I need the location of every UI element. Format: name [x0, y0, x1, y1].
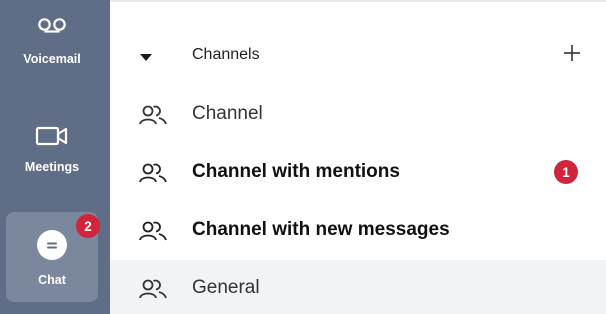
chat-bubble-icon: [37, 230, 67, 260]
sidebar-item-label: Voicemail: [23, 52, 81, 66]
panel-divider: [110, 0, 606, 2]
channel-name: Channel with new messages: [192, 219, 450, 240]
unread-count-badge: 2: [76, 214, 100, 238]
group-icon: [138, 162, 168, 184]
channel-name: Channel: [192, 103, 263, 124]
group-icon: [138, 220, 168, 242]
channel-row[interactable]: Channel: [110, 86, 606, 142]
channel-list-panel: Channels Channel Channel with mentions 1…: [110, 0, 606, 314]
channel-row[interactable]: Channel with mentions 1: [110, 144, 606, 200]
sidebar-item-label: Meetings: [24, 160, 80, 174]
channel-row[interactable]: Channel with new messages: [110, 202, 606, 258]
mention-count-badge: 1: [554, 160, 578, 184]
channel-name: General: [192, 277, 260, 298]
add-channel-icon[interactable]: [562, 43, 582, 63]
sidebar-item-label: Chat: [38, 273, 66, 287]
channels-section-title: Channels: [192, 46, 260, 63]
video-camera-icon: [35, 122, 69, 150]
group-icon: [138, 278, 168, 300]
channel-row[interactable]: General: [110, 260, 606, 314]
app-sidebar: Voicemail Meetings Chat 2: [0, 0, 110, 314]
channels-section-header[interactable]: Channels: [110, 32, 606, 76]
channel-name: Channel with mentions: [192, 161, 400, 182]
sidebar-item-meetings[interactable]: Meetings: [6, 118, 98, 188]
sidebar-item-voicemail[interactable]: Voicemail: [6, 12, 98, 82]
voicemail-icon: [37, 12, 67, 40]
chevron-down-icon[interactable]: [140, 54, 152, 61]
group-icon: [138, 104, 168, 126]
sidebar-item-chat[interactable]: Chat 2: [6, 212, 100, 302]
